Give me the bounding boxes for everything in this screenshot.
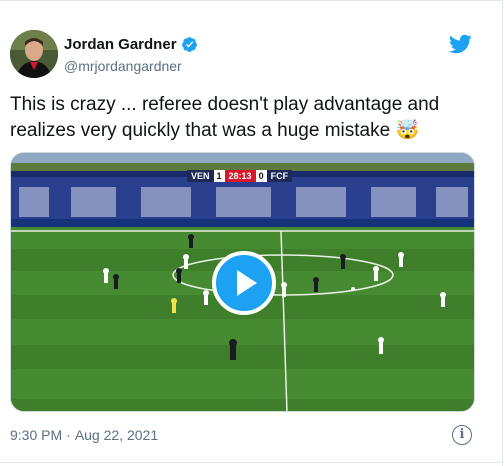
bottom-divider [0,462,503,463]
tweet-timestamp[interactable]: 9:30 PM · Aug 22, 2021 [10,427,158,443]
info-icon[interactable]: i [452,425,472,445]
top-divider [0,0,503,1]
home-score: 1 [213,170,225,182]
tweet-card: Jordan Gardner @mrjordangardner This is … [0,0,503,466]
scoreboard: VEN 1 28:13 0 FCF [187,169,293,183]
match-clock: 28:13 [224,170,256,182]
tweet-date[interactable]: Aug 22, 2021 [75,427,158,443]
play-button[interactable] [212,251,276,315]
home-team: VEN [187,170,214,182]
away-team: FCF [266,170,293,182]
author-name-row[interactable]: Jordan Gardner [64,36,198,53]
tweet-text: This is crazy ... referee doesn't play a… [10,94,440,141]
tweet-time[interactable]: 9:30 PM [10,427,62,443]
away-score: 0 [255,170,267,182]
person-avatar-icon [10,30,58,78]
author-name[interactable]: Jordan Gardner [64,36,177,53]
play-icon [237,270,257,296]
verified-badge-icon [181,37,197,52]
twitter-bird-icon[interactable] [448,32,472,56]
timestamp-separator: · [66,427,71,443]
avatar[interactable] [10,30,58,78]
author-handle[interactable]: @mrjordangardner [64,58,182,74]
video-player[interactable]: VEN 1 28:13 0 FCF [10,152,475,412]
